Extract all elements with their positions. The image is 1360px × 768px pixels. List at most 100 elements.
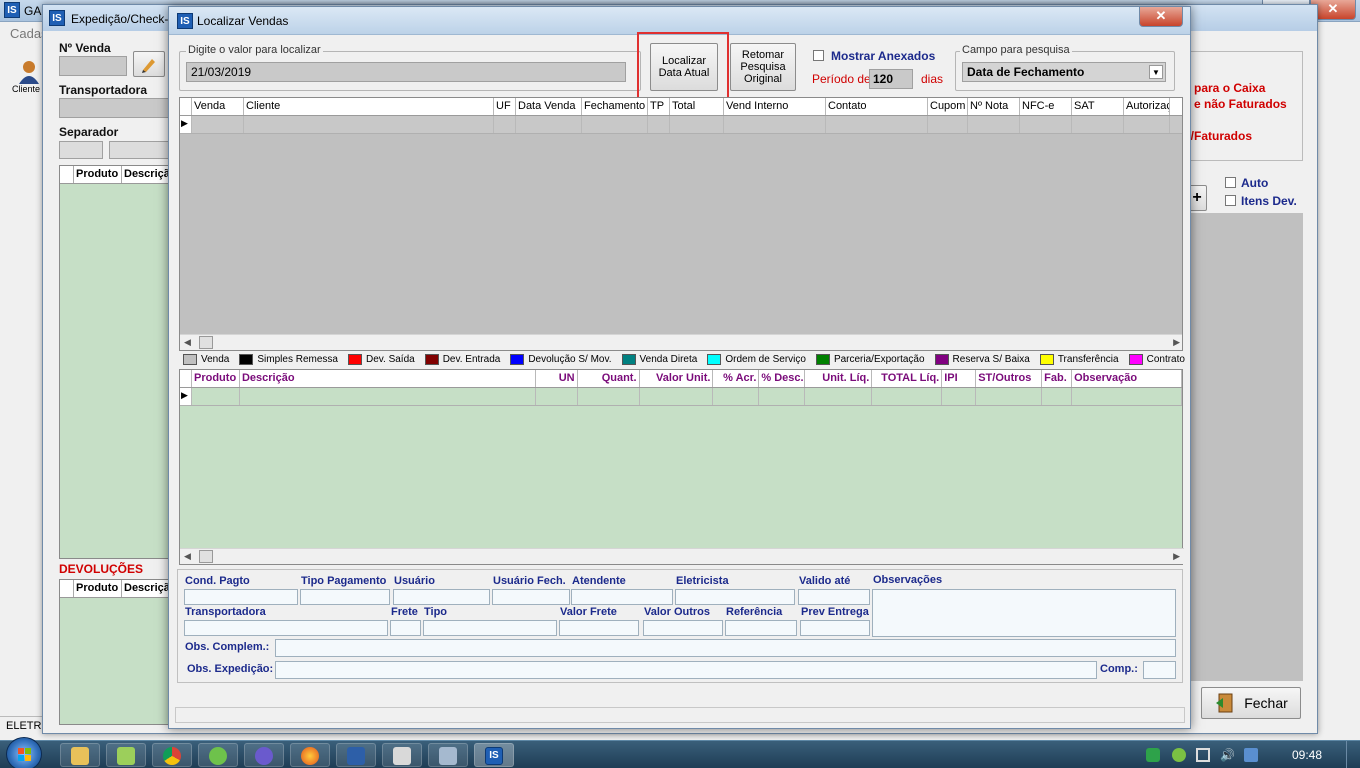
items-grid[interactable]: Produto Descrição UN Quant. Valor Unit.% Acr… — [179, 369, 1184, 565]
search-input[interactable]: 21/03/2019 — [186, 62, 626, 82]
transportadora-field[interactable] — [184, 620, 388, 636]
tray-app-icon[interactable] — [1172, 748, 1186, 762]
sales-col-10[interactable]: Cupom — [928, 98, 968, 115]
sales-col-6[interactable]: TP — [648, 98, 670, 115]
scroll-right-icon[interactable]: ▶ — [1173, 337, 1180, 348]
devolucoes-grid[interactable]: Produto Descriçã — [59, 579, 171, 725]
sales-hscrollbar[interactable]: ◀ ▶ — [180, 334, 1182, 350]
sales-col-9[interactable]: Contato — [826, 98, 928, 115]
sales-col-3[interactable]: UF — [494, 98, 516, 115]
legend: Venda Simples Remessa Dev. Saída Dev. Entra… — [183, 354, 1185, 365]
table-cell — [192, 116, 244, 133]
eletricista-field[interactable] — [675, 589, 795, 605]
mostrar-anexados-checkbox[interactable] — [813, 50, 824, 61]
usuario-fech-label: Usuário Fech. — [493, 575, 566, 587]
volume-icon[interactable]: 🔊 — [1220, 748, 1235, 762]
sales-col-12[interactable]: NFC-e — [1020, 98, 1072, 115]
taskbar-app-4[interactable] — [198, 743, 238, 767]
table-row[interactable]: ▶ — [180, 388, 1182, 406]
items-col-8[interactable]: Unit. Líq. — [805, 370, 873, 387]
sales-col-14[interactable]: Autorizaç — [1124, 98, 1170, 115]
valido-ate-field[interactable] — [798, 589, 870, 605]
tipo-field[interactable] — [423, 620, 557, 636]
localizar-data-atual-button[interactable]: Localizar Data Atual — [650, 43, 718, 91]
clock[interactable]: 09:48 — [1292, 748, 1322, 762]
taskbar-app-5[interactable] — [244, 743, 284, 767]
referencia-field[interactable] — [725, 620, 797, 636]
show-desktop-button[interactable] — [1346, 741, 1360, 768]
prev-entrega-field[interactable] — [800, 620, 870, 636]
scroll-left-icon[interactable]: ◀ — [184, 337, 191, 348]
separador-name-input[interactable] — [109, 141, 169, 159]
scroll-thumb[interactable] — [198, 550, 213, 563]
client-icon[interactable] — [16, 58, 42, 84]
edit-button[interactable] — [133, 51, 165, 77]
items-col-13[interactable]: Observação — [1072, 370, 1182, 387]
scroll-right-icon[interactable]: ▶ — [1173, 551, 1180, 562]
scroll-left-icon[interactable]: ◀ — [184, 551, 191, 562]
table-cell — [968, 116, 1020, 133]
sales-grid[interactable]: Venda Cliente UF Data Venda Fechamento TP Tota… — [179, 97, 1183, 351]
periodo-input[interactable]: 120 — [869, 69, 913, 89]
usuario-fech-field[interactable] — [492, 589, 570, 605]
items-col-10[interactable]: IPI — [942, 370, 977, 387]
comp-field[interactable] — [1143, 661, 1176, 679]
items-col-4[interactable]: Quant. — [578, 370, 640, 387]
sales-col-4[interactable]: Data Venda — [516, 98, 582, 115]
taskbar-chrome[interactable] — [152, 743, 192, 767]
sales-col-13[interactable]: SAT — [1072, 98, 1124, 115]
items-col-1[interactable]: Produto — [192, 370, 240, 387]
obs-complem-field[interactable] — [275, 639, 1176, 657]
taskbar-firefox[interactable] — [290, 743, 330, 767]
items-col-12[interactable]: Fab. — [1042, 370, 1073, 387]
valor-outros-field[interactable] — [643, 620, 723, 636]
itens-dev-checkbox[interactable] — [1225, 195, 1236, 206]
sales-col-1[interactable]: Venda — [192, 98, 244, 115]
items-col-9[interactable]: TOTAL Líq. — [872, 370, 943, 387]
sales-col-11[interactable]: Nº Nota — [968, 98, 1020, 115]
tray-app-icon-2[interactable] — [1244, 748, 1258, 762]
taskbar-app-9[interactable] — [428, 743, 468, 767]
items-col-5[interactable]: Valor Unit. — [640, 370, 714, 387]
campo-select[interactable]: Data de Fechamento ▼ — [962, 62, 1166, 82]
start-button[interactable] — [6, 737, 42, 768]
items-hscrollbar[interactable]: ◀ ▶ — [180, 548, 1184, 564]
retomar-pesquisa-button[interactable]: Retomar Pesquisa Original — [730, 43, 796, 91]
taskbar-app-7[interactable] — [336, 743, 376, 767]
obs-expedicao-field[interactable] — [275, 661, 1097, 679]
atendente-field[interactable] — [571, 589, 673, 605]
taskbar-explorer[interactable] — [60, 743, 100, 767]
taskbar-app-2[interactable] — [106, 743, 146, 767]
chevron-down-icon[interactable]: ▼ — [1149, 65, 1163, 79]
sales-col-8[interactable]: Vend Interno — [724, 98, 826, 115]
products-grid[interactable]: Produto Descriçã — [59, 165, 171, 559]
table-row[interactable]: ▶ — [180, 116, 1182, 134]
sales-col-7[interactable]: Total — [670, 98, 724, 115]
dialog-close-button[interactable]: ✕ — [1139, 7, 1183, 27]
items-col-11[interactable]: ST/Outros — [976, 370, 1043, 387]
cond-pagto-field[interactable] — [184, 589, 298, 605]
transportadora-input[interactable] — [59, 98, 169, 118]
sales-col-5[interactable]: Fechamento — [582, 98, 648, 115]
taskbar-is-app[interactable]: IS — [474, 743, 514, 767]
valor-frete-field[interactable] — [559, 620, 639, 636]
nvenda-input[interactable] — [59, 56, 127, 76]
items-col-2[interactable]: Descrição — [240, 370, 536, 387]
taskbar-app-8[interactable] — [382, 743, 422, 767]
observacoes-field[interactable] — [872, 589, 1176, 637]
scroll-thumb[interactable] — [198, 336, 213, 349]
fechar-button[interactable]: Fechar — [1201, 687, 1301, 719]
separador-code-input[interactable] — [59, 141, 103, 159]
items-col-6[interactable]: % Acr. — [713, 370, 760, 387]
usuario-field[interactable] — [393, 589, 490, 605]
items-col-3[interactable]: UN — [536, 370, 578, 387]
network-icon[interactable] — [1196, 748, 1210, 762]
shield-icon[interactable] — [1146, 748, 1160, 762]
auto-checkbox[interactable] — [1225, 177, 1236, 188]
tipo-pagamento-field[interactable] — [300, 589, 390, 605]
sales-col-2[interactable]: Cliente — [244, 98, 494, 115]
taskbar: IS 🔊 09:48 — [0, 737, 1360, 768]
items-col-7[interactable]: % Desc. — [759, 370, 806, 387]
app-icon-2 — [117, 747, 135, 765]
frete-field[interactable] — [390, 620, 421, 636]
